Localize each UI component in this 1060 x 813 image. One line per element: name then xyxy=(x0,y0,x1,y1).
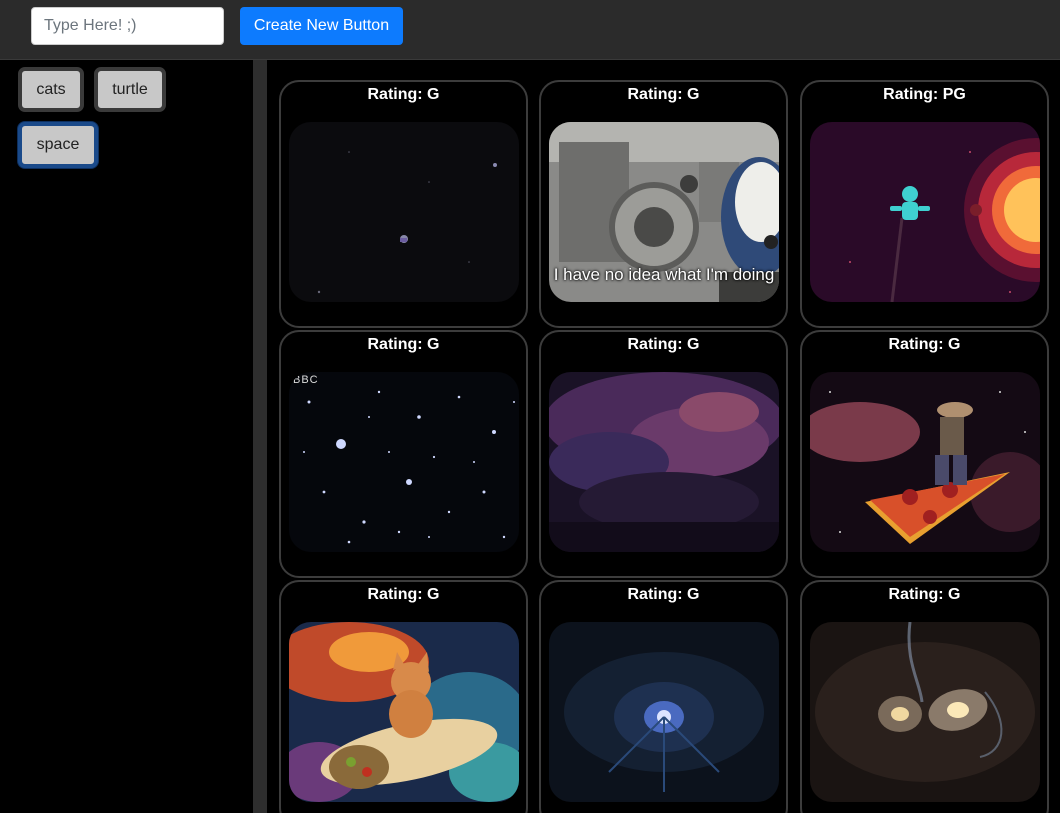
gif-card: Rating: PG xyxy=(800,80,1049,328)
gif-image-nebula[interactable] xyxy=(549,372,779,552)
rating-label: Rating: G xyxy=(888,336,961,353)
gif-image-pizza-cowboy[interactable] xyxy=(810,372,1040,552)
topic-button-space[interactable]: space xyxy=(18,122,98,168)
rating-label: Rating: G xyxy=(627,86,700,103)
gif-image-starfield[interactable]: BBC xyxy=(289,372,519,552)
gif-card: Rating: G xyxy=(539,580,788,813)
rating-label: Rating: G xyxy=(367,86,440,103)
sidebar: cats turtle space xyxy=(0,60,253,813)
gif-card: Rating: G xyxy=(800,580,1049,813)
rating-label: Rating: G xyxy=(627,586,700,603)
topic-button-turtle[interactable]: turtle xyxy=(94,67,166,112)
gif-image-galaxies[interactable] xyxy=(810,622,1040,802)
gif-image-cat-burrito[interactable] xyxy=(289,622,519,802)
gif-card: Rating: G xyxy=(279,580,528,813)
bbc-watermark: BBC xyxy=(293,374,319,386)
gif-card: Rating: G I have no idea what I'm doing xyxy=(539,80,788,328)
gif-card: Rating: G xyxy=(539,330,788,578)
top-bar: Create New Button xyxy=(0,0,1060,60)
gif-card: Rating: G xyxy=(800,330,1049,578)
rating-label: Rating: G xyxy=(627,336,700,353)
gif-image-dog-space-station[interactable]: I have no idea what I'm doing xyxy=(549,122,779,302)
rating-label: Rating: G xyxy=(888,586,961,603)
gif-image-astronaut-dark[interactable] xyxy=(289,122,519,302)
topic-button-cats[interactable]: cats xyxy=(18,67,84,112)
gif-image-astronaut-sun[interactable] xyxy=(810,122,1040,302)
search-input[interactable] xyxy=(31,7,224,45)
rating-label: Rating: G xyxy=(367,336,440,353)
gif-card: Rating: G BBC xyxy=(279,330,528,578)
gif-card: Rating: G xyxy=(279,80,528,328)
divider xyxy=(253,60,267,813)
gif-image-energy-burst[interactable] xyxy=(549,622,779,802)
rating-label: Rating: G xyxy=(367,586,440,603)
gif-grid: Rating: G Rating: G I have no idea what … xyxy=(267,60,1060,813)
create-new-button[interactable]: Create New Button xyxy=(240,7,403,45)
rating-label: Rating: PG xyxy=(883,86,966,103)
gif-caption: I have no idea what I'm doing xyxy=(553,265,775,284)
